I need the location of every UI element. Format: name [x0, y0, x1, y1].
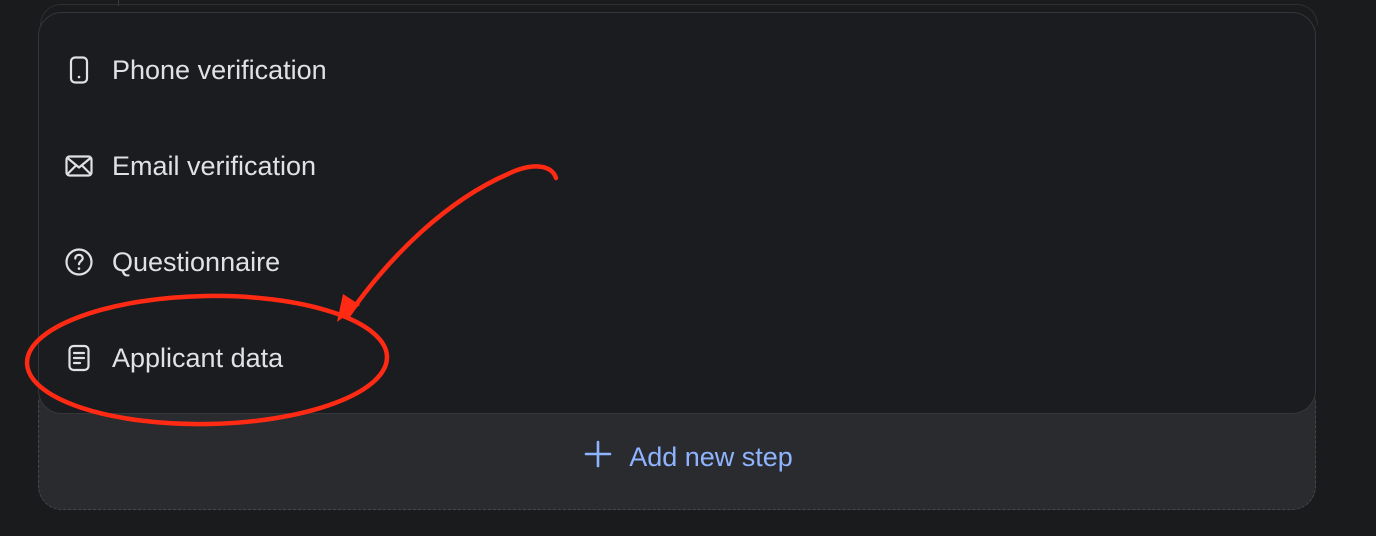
document-icon [64, 343, 94, 373]
menu-item-email-verification[interactable]: Email verification [64, 118, 316, 214]
menu-item-label: Applicant data [112, 342, 284, 373]
menu-item-applicant-data[interactable]: Applicant data [64, 310, 283, 406]
phone-icon [64, 55, 94, 85]
menu-item-label: Questionnaire [112, 246, 281, 277]
add-new-step-button[interactable]: Add new step [0, 420, 1376, 494]
menu-item-label: Email verification [112, 150, 317, 181]
question-circle-icon [64, 247, 94, 277]
add-new-step-label: Add new step [629, 441, 793, 472]
menu-item-questionnaire[interactable]: Questionnaire [64, 214, 280, 310]
menu-item-label: Phone verification [112, 54, 327, 85]
plus-icon [583, 439, 613, 476]
menu-item-phone-verification[interactable]: Phone verification [64, 22, 327, 118]
mail-icon [64, 151, 94, 181]
